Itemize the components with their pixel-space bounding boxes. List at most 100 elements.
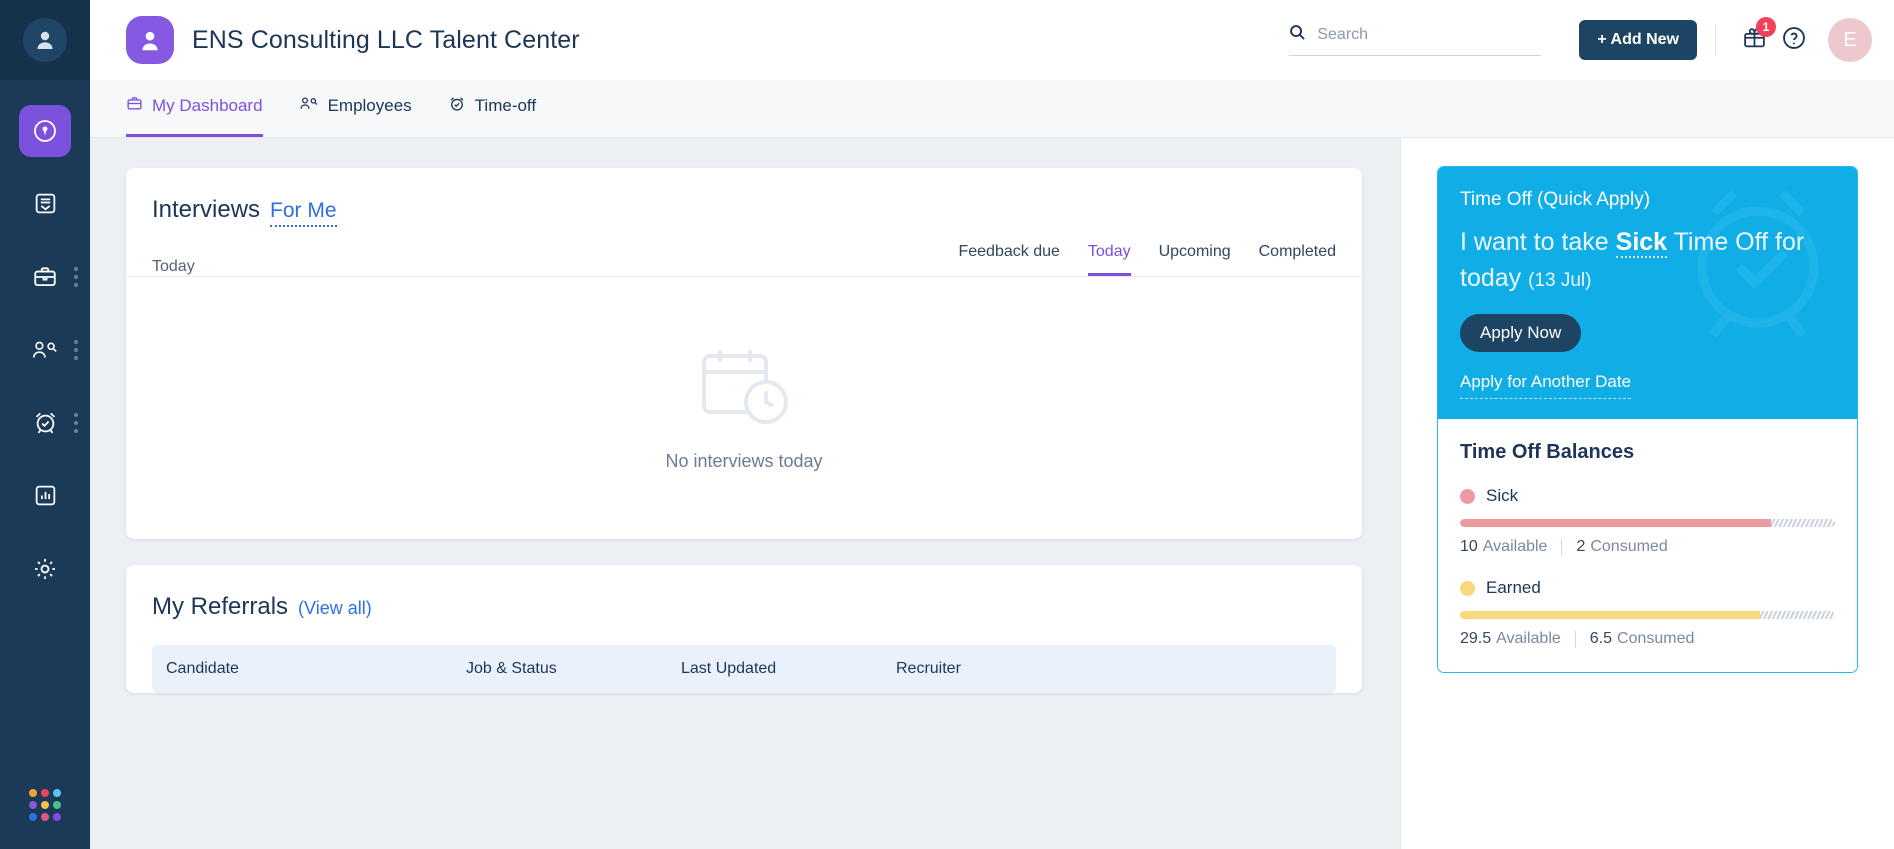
referrals-header: My Referrals (View all)	[126, 565, 1362, 621]
interviews-empty-state: No interviews today	[126, 277, 1362, 539]
bar-chart-icon	[19, 470, 71, 522]
search-input[interactable]	[1317, 26, 1541, 44]
alarm-clock-icon	[448, 95, 466, 118]
page-title: ENS Consulting LLC Talent Center	[192, 26, 580, 55]
quick-apply-heading: Time Off (Quick Apply)	[1460, 189, 1835, 211]
candidates-overflow-menu[interactable]	[74, 340, 78, 360]
balance-item-earned: Earned 29.5 Available 6.5	[1460, 578, 1835, 648]
consumed-count: 6.5	[1590, 630, 1612, 648]
timeoff-overflow-menu[interactable]	[74, 413, 78, 433]
brand: ENS Consulting LLC Talent Center	[126, 16, 580, 64]
referrals-title: My Referrals	[152, 593, 288, 621]
apps-grid-icon[interactable]	[29, 789, 61, 821]
search-box[interactable]	[1289, 24, 1541, 56]
question-mark-icon	[1781, 25, 1807, 56]
referrals-card: My Referrals (View all) Candidate Job & …	[126, 565, 1362, 693]
content-area: Interviews For Me Today Feedback due Tod…	[90, 138, 1894, 849]
available-label: Available	[1483, 538, 1548, 556]
nav-tabs: My Dashboard Employees Time-off	[90, 80, 1894, 138]
interviews-scope-link[interactable]: For Me	[270, 199, 337, 227]
interviews-header: Interviews For Me	[126, 168, 1362, 227]
main-area: ENS Consulting LLC Talent Center + Add N…	[90, 0, 1894, 849]
left-rail	[0, 0, 90, 849]
interviews-card: Interviews For Me Today Feedback due Tod…	[126, 168, 1362, 539]
timeoff-type-selector[interactable]: Sick	[1616, 228, 1667, 258]
sentence-mid: Time Off for	[1674, 228, 1805, 256]
balance-legend: Earned	[1460, 578, 1835, 598]
column-recruiter: Recruiter	[882, 660, 961, 678]
jobs-overflow-menu[interactable]	[74, 267, 78, 287]
sidebar-item-inbox[interactable]	[0, 167, 90, 240]
quick-apply-sentence: I want to take Sick Time Off for today (…	[1460, 225, 1835, 296]
avatar[interactable]: E	[1828, 18, 1872, 62]
divider	[1715, 24, 1716, 56]
referrals-table-header: Candidate Job & Status Last Updated Recr…	[152, 645, 1336, 693]
interviews-tab-today[interactable]: Today	[1088, 243, 1131, 276]
consumed-label: Consumed	[1617, 630, 1694, 648]
search-icon	[1289, 24, 1306, 46]
sidebar-item-jobs[interactable]	[0, 240, 90, 313]
user-icon	[23, 18, 67, 62]
rail-profile[interactable]	[0, 0, 90, 80]
add-new-button[interactable]: + Add New	[1579, 20, 1697, 60]
tab-time-off[interactable]: Time-off	[448, 80, 536, 137]
gear-icon	[19, 543, 71, 595]
balance-legend: Sick	[1460, 486, 1835, 506]
quick-apply-date: (13 Jul)	[1528, 270, 1591, 291]
sentence-prefix: I want to take	[1460, 228, 1609, 256]
tab-label: My Dashboard	[152, 96, 263, 116]
dashboard-column: Interviews For Me Today Feedback due Tod…	[90, 138, 1400, 849]
gift-badge: 1	[1756, 17, 1776, 37]
available-label: Available	[1496, 630, 1561, 648]
balances-panel: Time Off Balances Sick 10	[1438, 419, 1857, 672]
user-badge-icon	[126, 16, 174, 64]
quick-apply-panel: Time Off (Quick Apply) I want to take Si…	[1438, 167, 1857, 419]
interviews-title: Interviews	[152, 196, 260, 224]
balance-item-sick: Sick 10 Available 2 Consu	[1460, 486, 1835, 556]
tab-label: Employees	[328, 96, 412, 116]
briefcase-icon	[19, 251, 71, 303]
interviews-tabs: Feedback due Today Upcoming Completed	[958, 243, 1336, 276]
gift-button[interactable]: 1	[1734, 20, 1774, 60]
sentence-today: today	[1460, 264, 1521, 292]
column-last-updated: Last Updated	[667, 660, 882, 678]
interviews-tab-completed[interactable]: Completed	[1259, 243, 1336, 276]
right-panel: Time Off (Quick Apply) I want to take Si…	[1400, 138, 1894, 849]
consumed-label: Consumed	[1590, 538, 1667, 556]
inbox-icon	[19, 178, 71, 230]
sidebar-item-timeoff[interactable]	[0, 386, 90, 459]
top-bar-actions: + Add New 1 E	[1289, 18, 1872, 62]
rail-items	[0, 94, 90, 605]
referrals-view-all-link[interactable]: (View all)	[298, 598, 372, 619]
sidebar-item-candidates[interactable]	[0, 313, 90, 386]
balance-numbers: 29.5 Available 6.5 Consumed	[1460, 630, 1835, 648]
balance-progress-bar	[1460, 519, 1835, 527]
sidebar-item-dashboard[interactable]	[0, 94, 90, 167]
alarm-clock-icon	[19, 397, 71, 449]
people-icon	[299, 95, 319, 117]
people-icon	[19, 324, 71, 376]
balance-numbers: 10 Available 2 Consumed	[1460, 538, 1835, 556]
balances-title: Time Off Balances	[1460, 441, 1835, 464]
sidebar-item-settings[interactable]	[0, 532, 90, 605]
interviews-tab-upcoming[interactable]: Upcoming	[1159, 243, 1231, 276]
balance-name: Earned	[1486, 578, 1541, 598]
tab-my-dashboard[interactable]: My Dashboard	[126, 80, 263, 137]
sidebar-item-reports[interactable]	[0, 459, 90, 532]
interviews-subtitle: Today	[152, 258, 195, 276]
interviews-tab-feedback-due[interactable]: Feedback due	[958, 243, 1059, 276]
apply-now-button[interactable]: Apply Now	[1460, 314, 1581, 352]
consumed-count: 2	[1576, 538, 1585, 556]
tab-label: Time-off	[475, 96, 536, 116]
apply-another-date-link[interactable]: Apply for Another Date	[1460, 372, 1631, 399]
interviews-empty-text: No interviews today	[665, 451, 822, 472]
balance-progress-bar	[1460, 611, 1835, 619]
status-dot	[1460, 581, 1475, 596]
status-dot	[1460, 489, 1475, 504]
balance-name: Sick	[1486, 486, 1518, 506]
app-root: ENS Consulting LLC Talent Center + Add N…	[0, 0, 1894, 849]
available-count: 29.5	[1460, 630, 1491, 648]
column-candidate: Candidate	[152, 660, 452, 678]
help-button[interactable]	[1774, 20, 1814, 60]
tab-employees[interactable]: Employees	[299, 80, 412, 137]
